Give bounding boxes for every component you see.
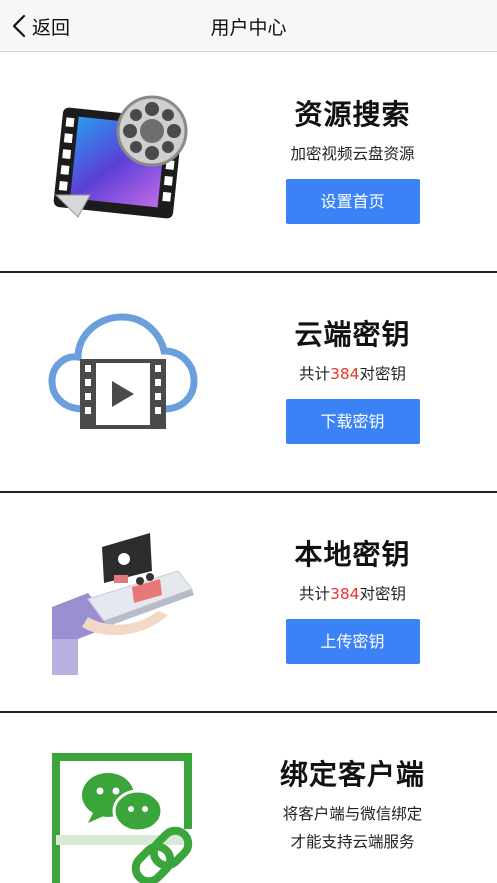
section-title: 资源搜索 bbox=[294, 98, 411, 131]
section-bind-client[interactable]: 绑定客户端 将客户端与微信绑定 才能支持云端服务 bbox=[0, 713, 497, 883]
set-homepage-button[interactable]: 设置首页 bbox=[285, 179, 420, 224]
section-subtitle-line2: 才能支持云端服务 bbox=[290, 833, 415, 851]
section-subtitle-line1: 将客户端与微信绑定 bbox=[282, 805, 423, 823]
section-title: 云端密钥 bbox=[294, 318, 411, 351]
key-count: 384 bbox=[329, 585, 360, 603]
section-subtitle: 共计384对密钥 bbox=[298, 365, 407, 383]
section-subtitle: 共计384对密钥 bbox=[298, 585, 407, 603]
section-title: 本地密钥 bbox=[294, 538, 411, 571]
video-reel-icon bbox=[53, 95, 188, 219]
section-title: 绑定客户端 bbox=[279, 758, 425, 791]
wechat-link-icon bbox=[52, 753, 193, 883]
download-keys-button[interactable]: 下载密钥 bbox=[285, 399, 420, 444]
upload-keys-button[interactable]: 上传密钥 bbox=[285, 619, 420, 664]
phone-in-hand-icon bbox=[52, 533, 194, 675]
cloud-video-icon bbox=[48, 313, 198, 429]
page-title: 用户中心 bbox=[210, 17, 287, 39]
section-resource-search: 资源搜索 加密视频云盘资源 设置首页 bbox=[0, 53, 497, 272]
key-count: 384 bbox=[329, 365, 360, 383]
section-local-keys: 本地密钥 共计384对密钥 上传密钥 bbox=[0, 493, 497, 712]
nav-bar: 返回 用户中心 bbox=[0, 0, 497, 52]
section-cloud-keys: 云端密钥 共计384对密钥 下载密钥 bbox=[0, 273, 497, 492]
section-subtitle: 加密视频云盘资源 bbox=[290, 145, 415, 163]
